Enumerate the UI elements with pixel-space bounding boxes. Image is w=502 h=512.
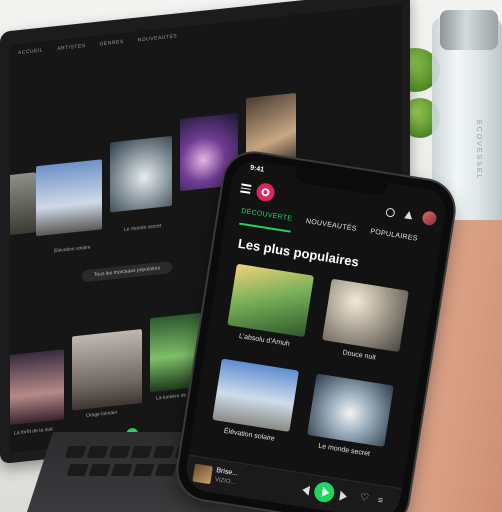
scene-photo: ECOVESSEL ACCUEIL ARTISTES GENRES NOUVEA…: [0, 0, 502, 512]
laptop-tile-caption: La forêt de la nuit: [14, 426, 53, 437]
bottle-brand-text: ECOVESSEL: [475, 120, 482, 181]
laptop-tile-caption: Élévation solaire: [54, 244, 91, 255]
bottle-cap: [440, 10, 498, 50]
menu-icon[interactable]: [240, 183, 252, 194]
status-time: 9:41: [249, 164, 265, 174]
now-playing-title: Brise...: [215, 467, 239, 478]
bell-icon[interactable]: [404, 210, 414, 220]
laptop-nav-item[interactable]: NOUVEAUTÉS: [138, 33, 177, 43]
album-art: [307, 373, 394, 447]
app-logo-icon: [255, 181, 276, 203]
laptop-nav-item[interactable]: ARTISTES: [57, 43, 85, 52]
heart-icon[interactable]: ♡: [359, 492, 370, 504]
tab-nouveautes[interactable]: NOUVEAUTÉS: [304, 214, 358, 242]
album-art: [322, 278, 409, 353]
album-card[interactable]: Le monde secret: [305, 373, 394, 460]
album-art: [212, 358, 299, 432]
laptop-nav-item[interactable]: GENRES: [100, 39, 124, 48]
laptop-tile[interactable]: [36, 159, 102, 237]
avatar[interactable]: [421, 210, 438, 227]
queue-icon[interactable]: ≡: [377, 495, 384, 506]
laptop-tile-caption: Orage lointain: [86, 409, 118, 419]
play-button[interactable]: [312, 480, 336, 504]
laptop-tile[interactable]: [10, 172, 36, 236]
laptop-tile[interactable]: [72, 329, 142, 411]
laptop-all-button[interactable]: Tous les morceaux populaires: [82, 260, 172, 283]
now-playing-art: [192, 463, 213, 485]
previous-icon[interactable]: [301, 484, 311, 496]
tab-populaires[interactable]: POPULAIRES: [368, 224, 418, 251]
album-card[interactable]: Élévation solaire: [210, 358, 299, 445]
laptop-nav-item[interactable]: ACCUEIL: [18, 47, 43, 56]
next-icon[interactable]: [339, 490, 348, 502]
album-card[interactable]: Douce nuit: [320, 278, 409, 365]
laptop-tile[interactable]: [110, 135, 172, 213]
tab-decouverte[interactable]: DÉCOUVERTE: [239, 204, 293, 232]
laptop-tile[interactable]: [10, 349, 64, 426]
now-playing-artist: VIZIO...: [214, 476, 236, 487]
album-card[interactable]: L'absolu d'Amuh: [225, 263, 315, 350]
section-title: Les plus populaires: [237, 235, 360, 270]
album-art: [227, 263, 315, 338]
laptop-tile-caption: Le monde secret: [124, 223, 162, 233]
search-icon[interactable]: [385, 206, 396, 218]
